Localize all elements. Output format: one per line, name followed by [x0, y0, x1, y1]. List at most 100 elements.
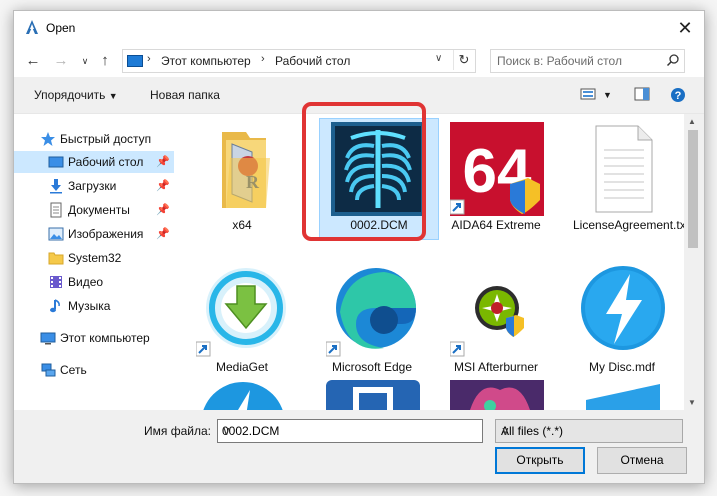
sidebar-item-label: Документы: [68, 203, 130, 217]
pin-icon: 📌: [156, 156, 170, 168]
file-name: My Disc.mdf: [589, 360, 655, 374]
file-item[interactable]: R x64: [183, 118, 301, 238]
sidebar-item-label: System32: [68, 251, 122, 265]
refresh-icon: ↻: [458, 52, 470, 67]
svg-text:?: ?: [675, 90, 682, 102]
close-button[interactable]: ✕: [670, 15, 700, 41]
filetype-select[interactable]: All files (*.*) ∨: [495, 419, 683, 443]
chevron-down-icon: ∨: [501, 424, 510, 438]
music-icon: [50, 299, 60, 313]
cancel-button[interactable]: Отмена: [597, 447, 687, 474]
file-name: MSI Afterburner: [453, 360, 539, 374]
sidebar-item-videos[interactable]: Видео: [14, 271, 174, 293]
file-item[interactable]: MediaGet: [183, 260, 301, 380]
file-item[interactable]: [313, 380, 431, 411]
afterburner-icon: [450, 286, 524, 357]
file-item[interactable]: LicenseAgreement.txt: [563, 118, 684, 238]
video-icon: [50, 276, 62, 288]
edge-icon: [326, 268, 416, 357]
scroll-up-icon[interactable]: ▲: [688, 117, 696, 126]
app-icon: [26, 20, 38, 34]
address-bar[interactable]: › Этот компьютер › Рабочий стол ∨ ↻: [122, 49, 476, 73]
aida64-icon: 64: [450, 122, 544, 216]
caret-down-icon: ▼: [108, 91, 118, 101]
breadcrumb-desktop[interactable]: Рабочий стол: [275, 54, 350, 68]
document-icon: [50, 202, 62, 218]
address-dropdown-icon[interactable]: ∨: [435, 53, 442, 64]
sidebar-item-label: Рабочий стол: [68, 155, 144, 169]
selection-highlight-frame: [302, 102, 426, 241]
file-item[interactable]: Microsoft Edge: [313, 260, 431, 380]
back-button[interactable]: ←: [22, 50, 44, 72]
pictures-icon: [48, 227, 64, 241]
star-icon: [41, 132, 55, 146]
file-name: Microsoft Edge: [331, 360, 413, 374]
daemon-icon: [581, 266, 665, 350]
search-icon: [666, 54, 679, 67]
pin-icon: 📌: [156, 228, 170, 240]
sidebar-item-network[interactable]: Сеть: [14, 359, 174, 381]
sidebar-item-label: Музыка: [68, 299, 111, 313]
recent-locations-button[interactable]: ∨: [74, 50, 96, 72]
sidebar-item-downloads[interactable]: Загрузки 📌: [14, 175, 174, 197]
scrollbar-thumb[interactable]: [688, 130, 698, 248]
sidebar-item-pictures[interactable]: Изображения 📌: [14, 223, 174, 245]
sidebar-item-desktop[interactable]: Рабочий стол 📌: [14, 151, 174, 173]
file-item[interactable]: My Disc.mdf: [563, 260, 681, 380]
computer-icon: [40, 332, 56, 345]
chevron-down-icon[interactable]: ∨: [222, 424, 478, 438]
network-icon: [41, 363, 56, 377]
desktop-icon: [48, 156, 64, 168]
file-item[interactable]: [183, 380, 301, 411]
sidebar-item-system32[interactable]: System32: [14, 247, 174, 269]
forward-button[interactable]: →: [50, 50, 72, 72]
forward-arrow-icon: →: [53, 52, 69, 69]
view-dropdown-icon[interactable]: ▼: [603, 90, 612, 100]
sidebar-item-quick-access[interactable]: Быстрый доступ: [14, 128, 174, 150]
refresh-button[interactable]: ↻: [453, 50, 474, 70]
sidebar-item-this-pc[interactable]: Этот компьютер: [14, 327, 174, 349]
title-bar: Open ✕: [14, 11, 704, 45]
file-name: MediaGet: [215, 360, 269, 374]
text-file-icon: [595, 125, 653, 213]
file-item[interactable]: [563, 380, 681, 411]
new-folder-button[interactable]: Новая папка: [150, 88, 220, 102]
file-list: R x64: [174, 114, 684, 411]
open-dialog: Open ✕ ← → ∨ ↑ › Этот компьютер › Рабочи…: [13, 10, 705, 484]
breadcrumb-separator-icon: ›: [147, 53, 151, 65]
help-icon[interactable]: ?: [670, 87, 686, 103]
view-options-icon[interactable]: [580, 87, 596, 101]
search-box[interactable]: [490, 49, 685, 73]
filename-input[interactable]: 0002.DCM ∨: [217, 419, 483, 443]
close-icon: ✕: [677, 18, 693, 38]
file-name: AIDA64 Extreme: [451, 218, 541, 232]
search-input[interactable]: [497, 53, 647, 68]
sidebar-item-music[interactable]: Музыка: [14, 295, 174, 317]
sidebar-item-label: Сеть: [60, 363, 87, 377]
navigation-pane: Быстрый доступ Рабочий стол 📌 Загрузки 📌…: [14, 114, 174, 411]
sidebar-item-documents[interactable]: Документы 📌: [14, 199, 174, 221]
sidebar-item-label: Быстрый доступ: [60, 132, 152, 146]
sidebar-item-label: Изображения: [68, 227, 144, 241]
vertical-scrollbar[interactable]: ▲ ▼: [684, 114, 704, 411]
organize-button[interactable]: Упорядочить ▼: [34, 88, 118, 102]
game-icon: [450, 380, 544, 411]
folder-icon: R: [222, 132, 270, 208]
breadcrumb-this-pc[interactable]: Этот компьютер: [161, 54, 251, 68]
open-button[interactable]: Открыть: [495, 447, 585, 474]
up-button[interactable]: ↑: [94, 50, 116, 72]
pin-icon: 📌: [156, 204, 170, 216]
file-name: LicenseAgreement.txt: [573, 218, 684, 232]
sidebar-item-label: Этот компьютер: [60, 331, 150, 345]
download-icon: [50, 179, 62, 194]
file-item[interactable]: [437, 380, 555, 411]
mediaget-icon: [196, 268, 286, 357]
file-item[interactable]: MSI Afterburner: [437, 260, 555, 380]
file-item[interactable]: 64 AIDA64 Extreme: [437, 118, 555, 238]
organize-label: Упорядочить: [34, 88, 106, 102]
scroll-down-icon[interactable]: ▼: [688, 398, 696, 407]
folder-icon: [48, 252, 64, 265]
computer-icon: [127, 55, 143, 67]
preview-pane-icon[interactable]: [634, 87, 650, 101]
chevron-down-icon: ∨: [81, 56, 89, 66]
